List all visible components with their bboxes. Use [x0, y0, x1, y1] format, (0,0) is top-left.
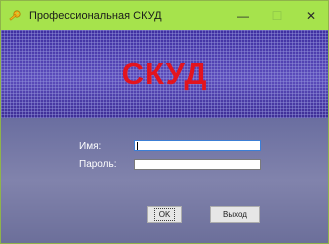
- ok-button-label: OK: [153, 208, 176, 221]
- banner-title: СКУД: [121, 56, 208, 91]
- header-banner: СКУД: [1, 30, 328, 118]
- text-caret: [137, 142, 138, 150]
- name-input[interactable]: [134, 140, 261, 151]
- window-title: Профессиональная СКУД: [29, 9, 162, 22]
- title-bar[interactable]: Профессиональная СКУД — ☐ ✕: [1, 1, 328, 30]
- name-label: Имя:: [79, 141, 102, 152]
- exit-button-label: Выход: [223, 210, 247, 219]
- maximize-button: ☐: [271, 8, 283, 23]
- login-form: Имя: Пароль: OK Выход: [1, 118, 328, 243]
- password-label: Пароль:: [79, 159, 117, 170]
- ok-button[interactable]: OK: [147, 206, 182, 223]
- exit-button[interactable]: Выход: [210, 206, 260, 223]
- login-window: Профессиональная СКУД — ☐ ✕ СКУД Имя: Па…: [0, 0, 329, 244]
- close-button[interactable]: ✕: [294, 1, 328, 30]
- key-icon: [7, 8, 23, 24]
- minimize-button[interactable]: —: [226, 1, 260, 30]
- password-input[interactable]: [134, 159, 261, 170]
